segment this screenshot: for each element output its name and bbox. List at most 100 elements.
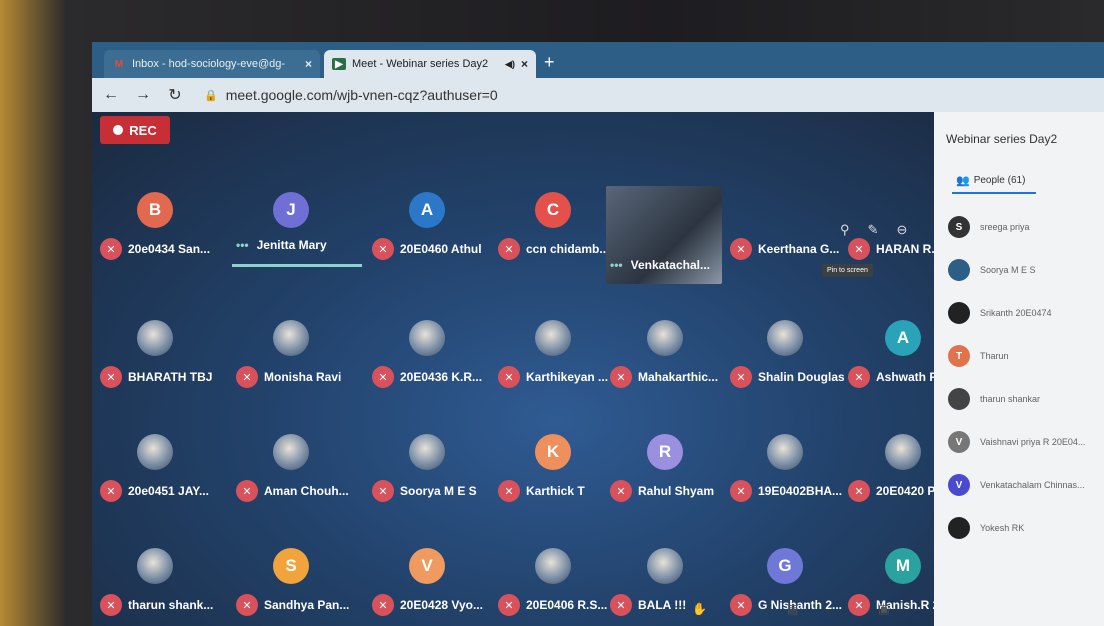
participant-tile[interactable]: A ✕ 20E0460 Athul	[368, 188, 484, 274]
person-name: sreega priya	[980, 222, 1030, 232]
mic-off-icon: ✕	[100, 594, 122, 616]
participant-tile[interactable]: J ••• Jenitta Mary	[232, 188, 362, 274]
participant-name: 20e0451 JAY...	[128, 484, 209, 498]
participant-name-row: ✕ ccn chidamb...	[498, 238, 609, 260]
participant-tile[interactable]: ✕ Shalin Douglas	[726, 316, 844, 402]
tab-inbox[interactable]: M Inbox - hod-sociology-eve@dg- ×	[104, 50, 320, 78]
avatar	[647, 548, 683, 584]
meet-icon: ▶	[332, 58, 346, 70]
people-list-item[interactable]: Yokesh RK	[948, 517, 1024, 539]
participant-tile[interactable]: ✕ Soorya M E S	[368, 430, 484, 516]
avatar	[137, 434, 173, 470]
mic-off-icon: ✕	[100, 238, 122, 260]
participant-tile[interactable]: ✕ 19E0402BHA...	[726, 430, 842, 516]
people-list-item[interactable]: V Vaishnavi priya R 20E04...	[948, 431, 1085, 453]
participant-name: ccn chidamb...	[526, 242, 610, 256]
avatar	[647, 320, 683, 356]
people-list-item[interactable]: Ssreega priya	[948, 216, 1030, 238]
people-list-item[interactable]: Srikanth 20E0474	[948, 302, 1052, 324]
people-list-item[interactable]: tharun shankar	[948, 388, 1040, 410]
forward-icon[interactable]: →	[130, 86, 156, 104]
participant-tile[interactable]: B ✕ 20e0434 San...	[96, 188, 212, 274]
people-tab-label: People (61)	[973, 175, 1026, 186]
participant-tile[interactable]: S ✕ Sandhya Pan...	[232, 544, 349, 626]
back-icon[interactable]: ←	[98, 86, 124, 104]
mic-off-icon: ✕	[100, 480, 122, 502]
participant-name-row: ✕ tharun shank...	[100, 594, 213, 616]
mic-off-icon: ✕	[848, 238, 870, 260]
participant-name-row: ✕ BHARATH TBJ	[100, 366, 212, 388]
avatar: G	[767, 548, 803, 584]
participant-tile[interactable]: ••• Venkatachal...	[606, 186, 722, 284]
url-text: meet.google.com/wjb-vnen-cqz?authuser=0	[225, 87, 498, 103]
participant-tile[interactable]: ✕ 20e0451 JAY...	[96, 430, 212, 516]
remove-icon[interactable]: ⊖	[896, 222, 907, 238]
participant-name: BHARATH TBJ	[128, 370, 213, 384]
mic-off-icon: ✕	[498, 594, 520, 616]
person-name: Venkatachalam Chinnas...	[980, 480, 1085, 490]
participant-tile[interactable]: ✕ 20E0406 R.S...	[494, 544, 610, 626]
participant-tile[interactable]: ✕ Keerthana G...	[726, 188, 842, 274]
participant-tile[interactable]: ✕ Mahakarthic...	[606, 316, 722, 402]
participant-name-row: ✕ Ashwath Raj	[848, 366, 948, 388]
avatar: V	[948, 431, 970, 453]
pin-icon[interactable]: ⚲	[840, 222, 850, 238]
participant-tile[interactable]: ✕ Karthikeyan ...	[494, 316, 610, 402]
speaker-icon: ◀)	[505, 58, 515, 69]
participant-tile[interactable]: ✕ tharun shank...	[96, 544, 213, 626]
participant-tile[interactable]: V ✕ 20E0428 Vyo...	[368, 544, 484, 626]
participant-tile[interactable]: K ✕ Karthick T	[494, 430, 610, 516]
people-list-item[interactable]: V Venkatachalam Chinnas...	[948, 474, 1085, 496]
tab-bar: M Inbox - hod-sociology-eve@dg- × ▶ Meet…	[92, 42, 1104, 78]
mic-off-icon: ✕	[848, 366, 870, 388]
participant-name-row: ✕ Aman Chouh...	[236, 480, 349, 502]
participant-name-row: ✕ Rahul Shyam	[610, 480, 714, 502]
captions-icon[interactable]: ▤	[787, 602, 798, 616]
participant-name: 20E0406 R.S...	[526, 598, 608, 612]
participant-tile[interactable]: ✕ 20E0436 K.R...	[368, 316, 484, 402]
gmail-icon: M	[114, 58, 124, 70]
avatar	[535, 548, 571, 584]
present-icon[interactable]: ▣	[878, 602, 889, 616]
close-icon[interactable]: ×	[305, 57, 312, 71]
participant-tile[interactable]: ✕ Monisha Ravi	[232, 316, 348, 402]
mic-off-icon: ✕	[236, 594, 258, 616]
tab-people[interactable]: 👥 People (61)	[956, 174, 1025, 187]
participant-name-row: ✕ Karthikeyan ...	[498, 366, 608, 388]
participant-tile[interactable]: ✕ BHARATH TBJ	[96, 316, 212, 402]
close-icon[interactable]: ×	[521, 57, 528, 71]
url-field[interactable]: 🔒 meet.google.com/wjb-vnen-cqz?authuser=…	[204, 87, 498, 103]
participant-name-row: ✕ Karthick T	[498, 480, 585, 502]
avatar	[409, 434, 445, 470]
pin-tooltip: Pin to screen	[822, 264, 873, 277]
mic-off-icon: ✕	[730, 480, 752, 502]
avatar: J	[273, 192, 309, 228]
avatar	[767, 434, 803, 470]
mic-off-icon: ✕	[610, 480, 632, 502]
participant-tile[interactable]: R ✕ Rahul Shyam	[606, 430, 722, 516]
raise-hand-icon[interactable]: ✋	[692, 602, 707, 616]
speaking-indicator-icon: •••	[236, 238, 249, 252]
lock-icon: 🔒	[204, 89, 218, 102]
participant-name-row: ✕ Keerthana G...	[730, 238, 839, 260]
avatar: T	[948, 345, 970, 367]
participant-tile[interactable]: C ✕ ccn chidamb...	[494, 188, 610, 274]
avatar	[137, 548, 173, 584]
mic-off-icon: ✕	[372, 594, 394, 616]
participant-name-row: ✕ 20E0460 Athul	[372, 238, 482, 260]
participant-name: Karthikeyan ...	[526, 370, 609, 384]
tab-meet[interactable]: ▶ Meet - Webinar series Day2 ◀) ×	[324, 50, 536, 78]
participant-tile[interactable]: ✕ Aman Chouh...	[232, 430, 349, 516]
participant-name-row: ✕ Soorya M E S	[372, 480, 477, 502]
people-list-item[interactable]: T Tharun	[948, 345, 1009, 367]
participant-name-row: ✕ Mahakarthic...	[610, 366, 718, 388]
participant-name-row: ✕ HARAN R...	[848, 238, 941, 260]
people-list-item[interactable]: Soorya M E S	[948, 259, 1036, 281]
avatar: C	[535, 192, 571, 228]
new-tab-button[interactable]: +	[544, 52, 555, 73]
avatar	[273, 434, 309, 470]
avatar: B	[137, 192, 173, 228]
reload-icon[interactable]: ↻	[162, 85, 188, 105]
mute-icon[interactable]: ✎	[868, 222, 879, 238]
participant-name: 19E0402BHA...	[758, 484, 843, 498]
